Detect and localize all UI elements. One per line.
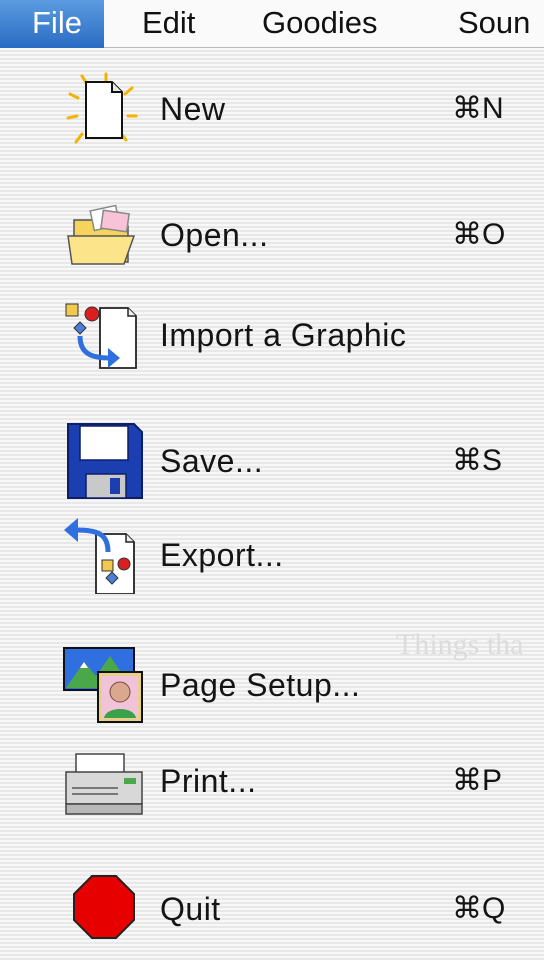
menu-bar: File Edit Goodies Soun bbox=[0, 0, 544, 48]
shortcut-label: ⌘Q bbox=[452, 892, 506, 925]
import-graphic-icon bbox=[62, 296, 146, 374]
shortcut-label: ⌘O bbox=[452, 218, 506, 251]
menu-item-export[interactable]: Export... bbox=[0, 516, 544, 594]
floppy-disk-icon bbox=[62, 422, 146, 500]
shortcut-label: ⌘S bbox=[452, 444, 503, 477]
menu-goodies[interactable]: Goodies bbox=[262, 0, 377, 48]
menu-item-label: New bbox=[160, 91, 226, 127]
menu-item-label: Import a Graphic bbox=[160, 317, 407, 353]
shortcut-label: ⌘P bbox=[452, 764, 503, 797]
menu-item-print[interactable]: Print... ⌘P bbox=[0, 742, 544, 820]
stop-sign-icon bbox=[62, 870, 146, 948]
menu-separator bbox=[0, 836, 544, 856]
page-setup-icon bbox=[62, 646, 146, 724]
shortcut-label: ⌘N bbox=[452, 92, 504, 125]
menu-item-label: Export... bbox=[160, 537, 284, 573]
menu-item-save[interactable]: Save... ⌘S bbox=[0, 422, 544, 500]
menu-separator bbox=[0, 610, 544, 630]
menu-item-open[interactable]: Open... ⌘O bbox=[0, 196, 544, 274]
printer-icon bbox=[62, 742, 146, 820]
open-folder-icon bbox=[62, 196, 146, 274]
menu-sound[interactable]: Soun bbox=[458, 0, 530, 48]
menu-edit[interactable]: Edit bbox=[142, 0, 195, 48]
menu-item-new[interactable]: New ⌘N bbox=[0, 70, 544, 148]
new-document-icon bbox=[62, 70, 146, 148]
menu-item-import-graphic[interactable]: Import a Graphic bbox=[0, 296, 544, 374]
export-icon bbox=[62, 516, 146, 594]
menu-separator bbox=[0, 388, 544, 408]
menu-item-label: Save... bbox=[160, 443, 264, 479]
menu-item-label: Quit bbox=[160, 891, 221, 927]
menu-item-label: Open... bbox=[160, 217, 269, 253]
menu-item-label: Print... bbox=[160, 763, 257, 799]
menu-separator bbox=[0, 168, 544, 188]
menu-item-page-setup[interactable]: Page Setup... bbox=[0, 646, 544, 724]
menu-file[interactable]: File bbox=[0, 0, 104, 48]
menu-item-quit[interactable]: Quit ⌘Q bbox=[0, 870, 544, 948]
menu-item-label: Page Setup... bbox=[160, 667, 361, 703]
